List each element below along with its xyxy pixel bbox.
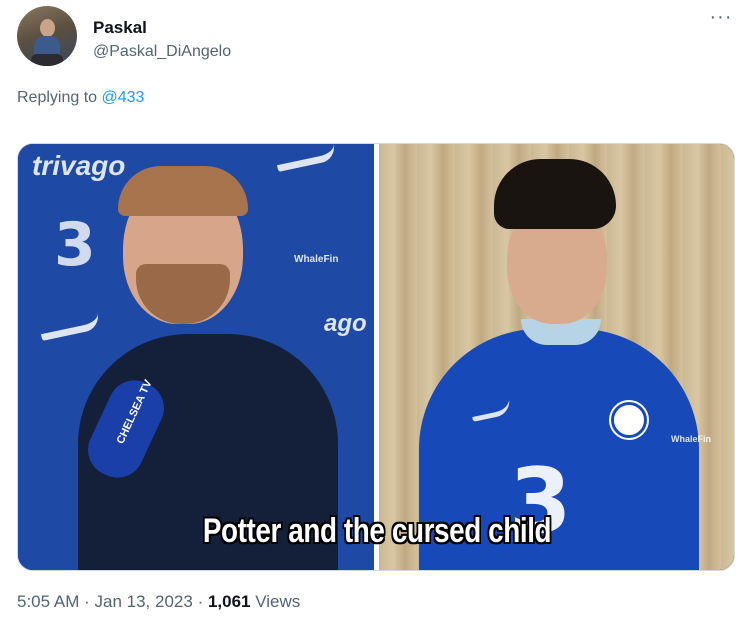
- meme-caption: Potter and the cursed child: [202, 512, 552, 550]
- nike-swoosh-icon: [274, 144, 338, 173]
- media-left-panel: trivago 3 WhaleFin ago CHELSEA TV: [18, 144, 374, 570]
- more-horizontal-icon[interactable]: ···: [709, 7, 733, 30]
- person-left-hair: [118, 166, 248, 216]
- replying-prefix: Replying to: [17, 89, 98, 106]
- trivago-logo-partial: ago: [324, 310, 367, 337]
- trivago-logo: trivago: [32, 150, 126, 181]
- tweet-header: Paskal @Paskal_DiAngelo ···: [17, 6, 733, 66]
- whalefin-logo: WhaleFin: [671, 434, 711, 444]
- avatar-head: [40, 19, 55, 37]
- whalefin-logo: WhaleFin: [294, 254, 339, 265]
- author-name[interactable]: Paskal: [93, 18, 147, 38]
- meta-separator: ·: [197, 592, 204, 611]
- tweet-date[interactable]: Jan 13, 2023: [95, 592, 193, 611]
- views-label: Views: [255, 592, 301, 611]
- meta-separator: ·: [84, 592, 90, 611]
- avatar-legs: [31, 54, 63, 66]
- author-handle[interactable]: @Paskal_DiAngelo: [93, 43, 231, 61]
- nike-swoosh-icon: [38, 312, 102, 342]
- person-right-hair: [494, 159, 616, 229]
- chelsea-crest-icon: [611, 402, 647, 438]
- tweet-media-image[interactable]: trivago 3 WhaleFin ago CHELSEA TV WhaleF…: [17, 143, 735, 571]
- replying-to: Replying to @433: [17, 89, 144, 107]
- tweet-time[interactable]: 5:05 AM: [17, 592, 79, 611]
- views-count: 1,061: [207, 592, 251, 611]
- three-logo: 3: [54, 210, 96, 280]
- media-right-panel: WhaleFin 3: [379, 144, 734, 570]
- tweet-meta: 5:05 AM · Jan 13, 2023 · 1,061 Views: [17, 592, 300, 612]
- replying-to-link[interactable]: @433: [102, 89, 145, 106]
- avatar[interactable]: [17, 6, 77, 66]
